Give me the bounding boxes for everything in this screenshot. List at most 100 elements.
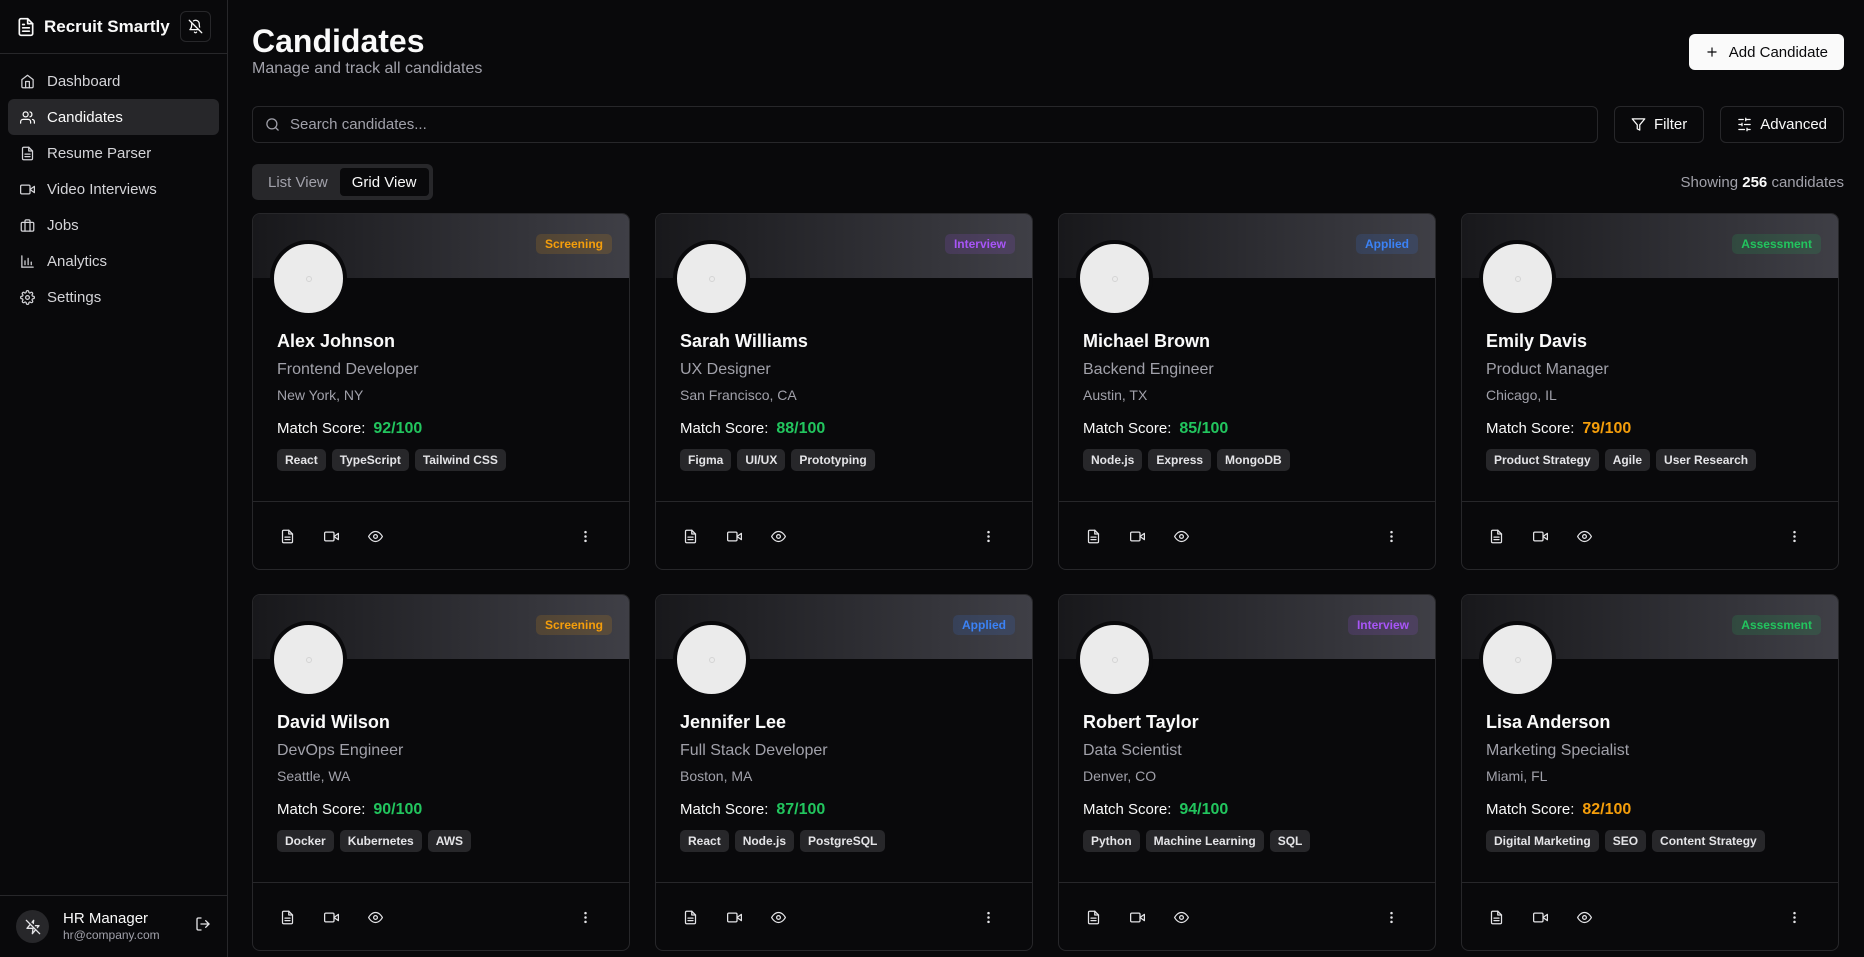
grid-view-tab[interactable]: Grid View (339, 168, 429, 196)
skill-tag: Machine Learning (1145, 830, 1264, 852)
file-text-icon (281, 910, 293, 925)
candidate-card[interactable]: Assessment Emily Davis Product Manager Chic… (1461, 213, 1839, 570)
sidebar-item-candidates[interactable]: Candidates (8, 99, 219, 135)
more-options-button[interactable] (575, 908, 595, 928)
video-icon (1129, 531, 1145, 542)
view-profile-button[interactable] (1574, 527, 1594, 547)
candidate-name[interactable]: Lisa Anderson (1486, 710, 1814, 734)
video-interview-button[interactable] (321, 527, 341, 547)
match-score-label: Match Score: (277, 420, 366, 437)
candidate-card[interactable]: Screening David Wilson DevOps Engineer Seat… (252, 594, 630, 951)
candidate-card[interactable]: Screening Alex Johnson Frontend Developer N… (252, 213, 630, 570)
match-score: Match Score: 88/100 (680, 420, 1008, 438)
sidebar-item-settings[interactable]: Settings (8, 279, 219, 315)
filter-icon (1631, 118, 1646, 131)
avatar (1479, 240, 1556, 317)
list-view-tab[interactable]: List View (256, 168, 340, 196)
video-interview-button[interactable] (321, 908, 341, 928)
video-icon (1129, 912, 1145, 923)
sidebar-item-label: Video Interviews (47, 180, 157, 198)
skill-tag: Content Strategy (1652, 830, 1765, 852)
sidebar-item-label: Settings (47, 288, 102, 306)
view-resume-button[interactable] (1486, 527, 1506, 547)
more-options-button[interactable] (978, 908, 998, 928)
candidate-name[interactable]: Emily Davis (1486, 329, 1814, 353)
view-profile-button[interactable] (1171, 527, 1191, 547)
avatar[interactable] (16, 910, 49, 943)
sidebar-item-video-interviews[interactable]: Video Interviews (8, 171, 219, 207)
video-interview-button[interactable] (1127, 527, 1147, 547)
add-candidate-button[interactable]: Add Candidate (1688, 34, 1844, 70)
video-interview-button[interactable] (1127, 908, 1147, 928)
candidate-name[interactable]: Sarah Williams (680, 329, 1008, 353)
file-text-icon (1490, 529, 1502, 544)
view-profile-button[interactable] (1574, 908, 1594, 928)
view-resume-button[interactable] (1486, 908, 1506, 928)
view-resume-button[interactable] (680, 527, 700, 547)
view-profile-button[interactable] (365, 527, 385, 547)
view-profile-button[interactable] (768, 908, 788, 928)
view-resume-button[interactable] (277, 527, 297, 547)
video-interview-button[interactable] (724, 908, 744, 928)
candidate-role: Full Stack Developer (680, 742, 828, 759)
candidate-name[interactable]: Jennifer Lee (680, 710, 1008, 734)
view-resume-button[interactable] (680, 908, 700, 928)
video-icon (1532, 531, 1548, 542)
candidate-name[interactable]: Robert Taylor (1083, 710, 1411, 734)
video-interview-button[interactable] (1530, 527, 1550, 547)
search-row: Filter Advanced (252, 106, 1844, 144)
more-options-button[interactable] (1381, 527, 1401, 547)
more-options-button[interactable] (978, 527, 998, 547)
candidate-card[interactable]: Assessment Lisa Anderson Marketing Special… (1461, 594, 1839, 951)
file-text-icon (684, 529, 696, 544)
view-resume-button[interactable] (1083, 908, 1103, 928)
more-options-button[interactable] (1381, 908, 1401, 928)
candidate-name[interactable]: David Wilson (277, 710, 605, 734)
view-profile-button[interactable] (1171, 908, 1191, 928)
candidate-card[interactable]: Applied Jennifer Lee Full Stack Developer B… (655, 594, 1033, 951)
skill-tag: Agile (1604, 449, 1651, 471)
skill-tag: SQL (1269, 830, 1311, 852)
candidate-card[interactable]: Interview Robert Taylor Data Scientist Denv… (1058, 594, 1436, 951)
user-name: HR Manager (63, 910, 149, 928)
video-interview-button[interactable] (1530, 908, 1550, 928)
home-icon (21, 74, 34, 88)
more-options-button[interactable] (1784, 908, 1804, 928)
sidebar-item-analytics[interactable]: Analytics (8, 243, 219, 279)
candidate-role: Marketing Specialist (1486, 742, 1630, 759)
skill-tag: TypeScript (331, 449, 409, 471)
video-interview-button[interactable] (724, 527, 744, 547)
status-badge: Assessment (1732, 615, 1821, 635)
view-resume-button[interactable] (1083, 527, 1103, 547)
candidate-card[interactable]: Interview Sarah Williams UX Designer San Fr… (655, 213, 1033, 570)
view-profile-button[interactable] (768, 527, 788, 547)
candidate-card[interactable]: Applied Michael Brown Backend Engineer Aust… (1058, 213, 1436, 570)
status-badge: Assessment (1732, 234, 1821, 254)
more-vertical-icon (583, 911, 587, 924)
match-score-label: Match Score: (680, 801, 769, 818)
avatar (270, 240, 347, 317)
bell-off-icon (188, 19, 203, 34)
sidebar-item-resume-parser[interactable]: Resume Parser (8, 135, 219, 171)
view-profile-button[interactable] (365, 908, 385, 928)
filter-button[interactable]: Filter (1613, 106, 1705, 143)
search-input[interactable] (290, 116, 1585, 133)
more-vertical-icon (1792, 911, 1796, 924)
logout-button[interactable] (195, 916, 211, 937)
advanced-button[interactable]: Advanced (1720, 106, 1844, 143)
more-options-button[interactable] (1784, 527, 1804, 547)
zap-off-icon (25, 919, 40, 934)
eye-icon (1173, 530, 1189, 543)
notifications-button[interactable] (180, 11, 211, 42)
more-options-button[interactable] (575, 527, 595, 547)
sidebar-item-label: Analytics (47, 252, 108, 270)
eye-icon (367, 911, 383, 924)
match-score: Match Score: 90/100 (277, 801, 605, 819)
sidebar-item-jobs[interactable]: Jobs (8, 207, 219, 243)
file-text-icon (1087, 529, 1099, 544)
candidate-location: Chicago, IL (1486, 387, 1557, 403)
candidate-name[interactable]: Alex Johnson (277, 329, 605, 353)
view-resume-button[interactable] (277, 908, 297, 928)
candidate-name[interactable]: Michael Brown (1083, 329, 1411, 353)
sidebar-item-dashboard[interactable]: Dashboard (8, 63, 219, 99)
